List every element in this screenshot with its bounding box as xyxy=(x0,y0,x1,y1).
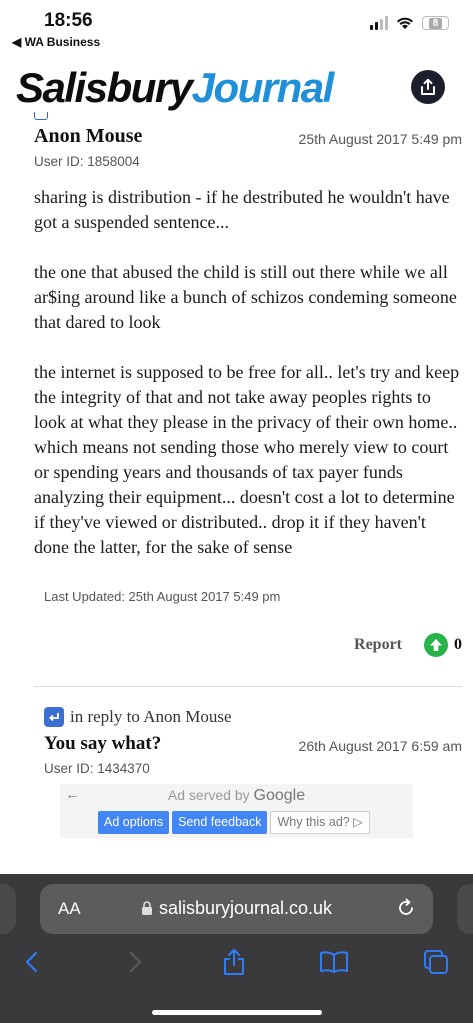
forward-button[interactable] xyxy=(117,944,153,980)
book-icon xyxy=(320,951,348,973)
comment-user-id: User ID: 1858004 xyxy=(34,154,140,169)
last-updated: Last Updated: 25th August 2017 5:49 pm xyxy=(44,589,281,604)
site-header: SalisburyJournal xyxy=(0,56,473,114)
back-button[interactable] xyxy=(14,944,50,980)
ad-container: ← Ad served by Google Ad options Send fe… xyxy=(60,784,413,838)
address-bar[interactable]: AA salisburyjournal.co.uk xyxy=(40,884,433,934)
ad-served-prefix: Ad served by xyxy=(167,787,250,803)
next-tab-pill[interactable] xyxy=(457,884,473,934)
report-button[interactable]: Report xyxy=(354,636,402,654)
comment: in reply to Anon Mouse You say what? 26t… xyxy=(34,707,462,776)
chevron-right-icon xyxy=(129,951,142,973)
vote-count: 0 xyxy=(454,636,462,653)
why-this-ad-button[interactable]: Why this ad? ▷ xyxy=(270,811,370,834)
comment-paragraph: the internet is supposed to be free for … xyxy=(34,362,460,557)
url-display[interactable]: salisburyjournal.co.uk xyxy=(40,898,433,919)
comment-body: sharing is distribution - if he destribu… xyxy=(34,185,464,560)
reply-to-label[interactable]: in reply to Anon Mouse xyxy=(70,707,232,727)
browser-nav-row xyxy=(0,944,473,980)
comment-user-id: User ID: 1434370 xyxy=(44,761,150,776)
google-logo: Google xyxy=(253,787,306,804)
comment-paragraph: the one that abused the child is still o… xyxy=(34,262,457,332)
ad-buttons: Ad options Send feedback Why this ad? ▷ xyxy=(98,811,370,834)
ad-served-label: Ad served by Google xyxy=(60,787,413,805)
send-feedback-button[interactable]: Send feedback xyxy=(172,811,268,834)
cellular-signal-icon xyxy=(370,16,388,30)
tabs-button[interactable] xyxy=(418,944,454,980)
logo-part-journal: Journal xyxy=(191,64,335,111)
reply-icon-partial xyxy=(34,112,48,120)
reply-arrow-icon xyxy=(44,707,64,727)
back-to-app-link[interactable]: ◀ WA Business xyxy=(12,35,100,49)
comment-divider xyxy=(34,686,462,687)
comment-date: 25th August 2017 5:49 pm xyxy=(298,131,462,147)
share-button[interactable] xyxy=(411,70,445,104)
previous-tab-pill[interactable] xyxy=(0,884,16,934)
upvote-button[interactable] xyxy=(424,633,448,657)
site-logo[interactable]: SalisburyJournal xyxy=(16,64,335,112)
tabs-icon xyxy=(424,950,448,974)
logo-part-salisbury: Salisbury xyxy=(16,64,193,111)
upvote-control: 0 xyxy=(424,633,462,657)
wifi-icon xyxy=(397,17,413,29)
comment-actions: Report 0 xyxy=(354,633,462,657)
share-page-button[interactable] xyxy=(216,944,252,980)
ad-options-button[interactable]: Ad options xyxy=(98,811,170,834)
home-indicator[interactable] xyxy=(152,1010,322,1015)
url-text: salisburyjournal.co.uk xyxy=(158,898,333,918)
battery-icon: 8 xyxy=(422,16,449,30)
battery-level: 8 xyxy=(428,17,443,29)
bookmarks-button[interactable] xyxy=(316,944,352,980)
lock-icon xyxy=(141,901,152,915)
share-icon xyxy=(224,949,244,975)
share-icon xyxy=(421,78,435,95)
status-bar: 18:56 ◀ WA Business 8 xyxy=(0,0,473,52)
browser-toolbar: AA salisburyjournal.co.uk xyxy=(0,874,473,1023)
status-time: 18:56 xyxy=(44,10,93,31)
comment-date: 26th August 2017 6:59 am xyxy=(298,738,462,754)
comment: Anon Mouse 25th August 2017 5:49 pm User… xyxy=(34,125,462,585)
reply-indicator: in reply to Anon Mouse xyxy=(44,707,462,727)
comment-paragraph: sharing is distribution - if he destribu… xyxy=(34,187,450,232)
status-icons: 8 xyxy=(370,16,449,30)
chevron-left-icon xyxy=(25,951,38,973)
reload-icon[interactable] xyxy=(395,897,417,919)
arrow-up-icon xyxy=(430,639,442,651)
